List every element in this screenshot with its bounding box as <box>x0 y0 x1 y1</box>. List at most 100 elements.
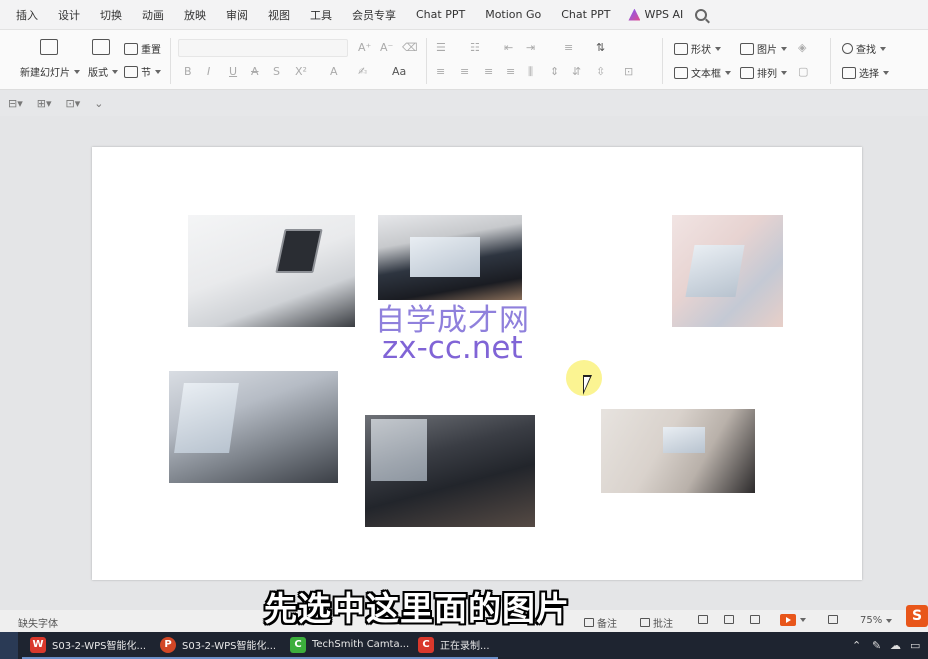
new-slide-label: 新建幻灯片 <box>20 68 70 79</box>
vertical-align-icon[interactable]: ⇕ <box>550 65 559 78</box>
textbox-button[interactable]: 文本框 <box>674 65 731 80</box>
crop-icon[interactable]: ⊡▾ <box>66 97 81 110</box>
align-icon[interactable]: ⊟▾ <box>8 97 23 110</box>
char-spacing-button[interactable]: Aa <box>392 65 406 78</box>
arrange-button[interactable]: 排列 <box>740 65 787 80</box>
network-icon[interactable]: ▭ <box>910 639 920 652</box>
chevron-down-icon <box>74 69 80 74</box>
wps-ai-button[interactable]: WPS AI <box>620 8 691 21</box>
align-left-icon[interactable]: ≡ <box>436 65 445 78</box>
text-box-align-icon[interactable]: ⊡ <box>624 65 633 78</box>
section-button[interactable]: 节 <box>124 64 161 79</box>
laptop-screen <box>410 237 480 277</box>
bullet-list-icon[interactable]: ☰ <box>436 41 446 54</box>
taskbar: W S03-2-WPS智能化... P S03-2-WPS智能化... C Te… <box>0 632 928 659</box>
shape-icon <box>674 42 688 55</box>
find-label: 查找 <box>856 45 876 56</box>
menu-tools[interactable]: 工具 <box>300 7 342 23</box>
menu-design[interactable]: 设计 <box>48 7 90 23</box>
line-spacing-icon[interactable]: ≡ <box>564 41 573 54</box>
indent-decrease-icon[interactable]: ⇤ <box>504 41 513 54</box>
superscript-button[interactable]: X² <box>295 65 307 78</box>
photo-desk-laptop[interactable] <box>188 215 355 327</box>
taskbar-item-ppt[interactable]: P S03-2-WPS智能化... <box>152 632 285 659</box>
menu-chatppt[interactable]: Chat PPT <box>406 8 475 21</box>
bold-button[interactable]: B <box>184 65 192 78</box>
taskbar-item-recording[interactable]: C 正在录制... <box>410 632 498 659</box>
find-button[interactable]: 查找 <box>842 41 886 56</box>
reading-view-button[interactable] <box>750 615 760 624</box>
paragraph-spacing-icon[interactable]: ⇳ <box>596 65 605 78</box>
menu-view[interactable]: 视图 <box>258 7 300 23</box>
normal-view-button[interactable] <box>698 615 708 624</box>
notes-button[interactable]: 备注 <box>584 615 617 630</box>
font-color-button[interactable]: A <box>330 65 338 78</box>
picture-icon <box>740 42 754 55</box>
menu-motiongo[interactable]: Motion Go <box>475 8 551 21</box>
photo-notebook-writing[interactable] <box>601 409 755 493</box>
taskbar-item-label: TechSmith Camta... <box>312 639 410 650</box>
menu-transition[interactable]: 切换 <box>90 7 132 23</box>
menu-member[interactable]: 会员专享 <box>342 7 406 23</box>
missing-font-status[interactable]: 缺失字体 <box>18 615 58 630</box>
photo-typing-closeup[interactable] <box>365 415 535 527</box>
recorder-app-icon: C <box>418 636 434 653</box>
columns-icon[interactable]: ⫼ <box>528 65 533 79</box>
italic-button[interactable]: I <box>207 65 210 78</box>
select-button[interactable]: 选择 <box>842 65 889 80</box>
align-right-icon[interactable]: ≡ <box>484 65 493 78</box>
more-icon[interactable]: ⌄ <box>94 97 103 110</box>
highlight-button[interactable]: ✍ <box>358 65 367 78</box>
clear-format-icon[interactable]: ⌫ <box>402 41 418 54</box>
reset-label: 重置 <box>141 45 161 56</box>
select-label: 选择 <box>859 69 879 80</box>
new-slide-button[interactable]: 新建幻灯片 <box>20 64 80 79</box>
layout-button[interactable]: 版式 <box>88 64 118 79</box>
indent-increase-icon[interactable]: ⇥ <box>526 41 535 54</box>
menu-animation[interactable]: 动画 <box>132 7 174 23</box>
picture-button[interactable]: 图片 <box>740 41 787 56</box>
divider <box>662 38 663 84</box>
menu-chatppt-2[interactable]: Chat PPT <box>551 8 620 21</box>
font-grow-icon[interactable]: A⁺ <box>358 41 371 54</box>
layout-icon[interactable] <box>92 39 110 55</box>
strikethrough-button[interactable]: A <box>251 65 259 78</box>
comments-button[interactable]: 批注 <box>640 615 673 630</box>
text-direction-icon[interactable]: ⇵ <box>572 65 581 78</box>
zoom-level[interactable]: 75% <box>860 615 893 626</box>
sorter-view-button[interactable] <box>724 615 734 624</box>
photo-laptop-typing[interactable] <box>378 215 522 300</box>
search-icon[interactable] <box>695 8 708 21</box>
reset-button[interactable]: 重置 <box>124 41 161 56</box>
chevron-up-icon[interactable]: ⌃ <box>852 639 861 652</box>
play-button[interactable] <box>780 614 806 626</box>
camtasia-app-icon: C <box>290 636 306 653</box>
align-center-icon[interactable]: ≡ <box>460 65 469 78</box>
normal-view-icon <box>698 615 708 624</box>
menu-insert[interactable]: 插入 <box>0 7 48 23</box>
justify-icon[interactable]: ≡ <box>506 65 515 78</box>
pen-icon[interactable]: ✎ <box>872 639 881 652</box>
cloud-icon[interactable]: ☁ <box>890 639 901 652</box>
outline-icon[interactable]: ▢ <box>798 65 808 78</box>
fit-button[interactable] <box>828 615 838 624</box>
taskbar-item-wps[interactable]: W S03-2-WPS智能化... <box>22 632 155 659</box>
laptop-screen <box>685 245 745 297</box>
underline-button[interactable]: U <box>229 65 237 78</box>
photo-laptop-pink[interactable] <box>672 215 783 327</box>
font-shrink-icon[interactable]: A⁻ <box>380 41 393 54</box>
arrange-label: 排列 <box>757 69 777 80</box>
group-icon[interactable]: ⊞▾ <box>37 97 52 110</box>
taskbar-item-camtasia[interactable]: C TechSmith Camta... <box>282 632 418 659</box>
menu-slideshow[interactable]: 放映 <box>174 7 216 23</box>
numbered-list-icon[interactable]: ☷ <box>470 41 480 54</box>
photo-hands-keyboard[interactable] <box>169 371 338 483</box>
font-name-box[interactable] <box>178 39 348 57</box>
shape-button[interactable]: 形状 <box>674 41 721 56</box>
sort-icon[interactable]: ⇅ <box>596 41 605 54</box>
fill-icon[interactable]: ◈ <box>798 41 806 54</box>
new-slide-icon[interactable] <box>40 39 58 55</box>
shadow-button[interactable]: S <box>273 65 280 78</box>
wps-app-icon: W <box>30 636 46 653</box>
menu-review[interactable]: 审阅 <box>216 7 258 23</box>
